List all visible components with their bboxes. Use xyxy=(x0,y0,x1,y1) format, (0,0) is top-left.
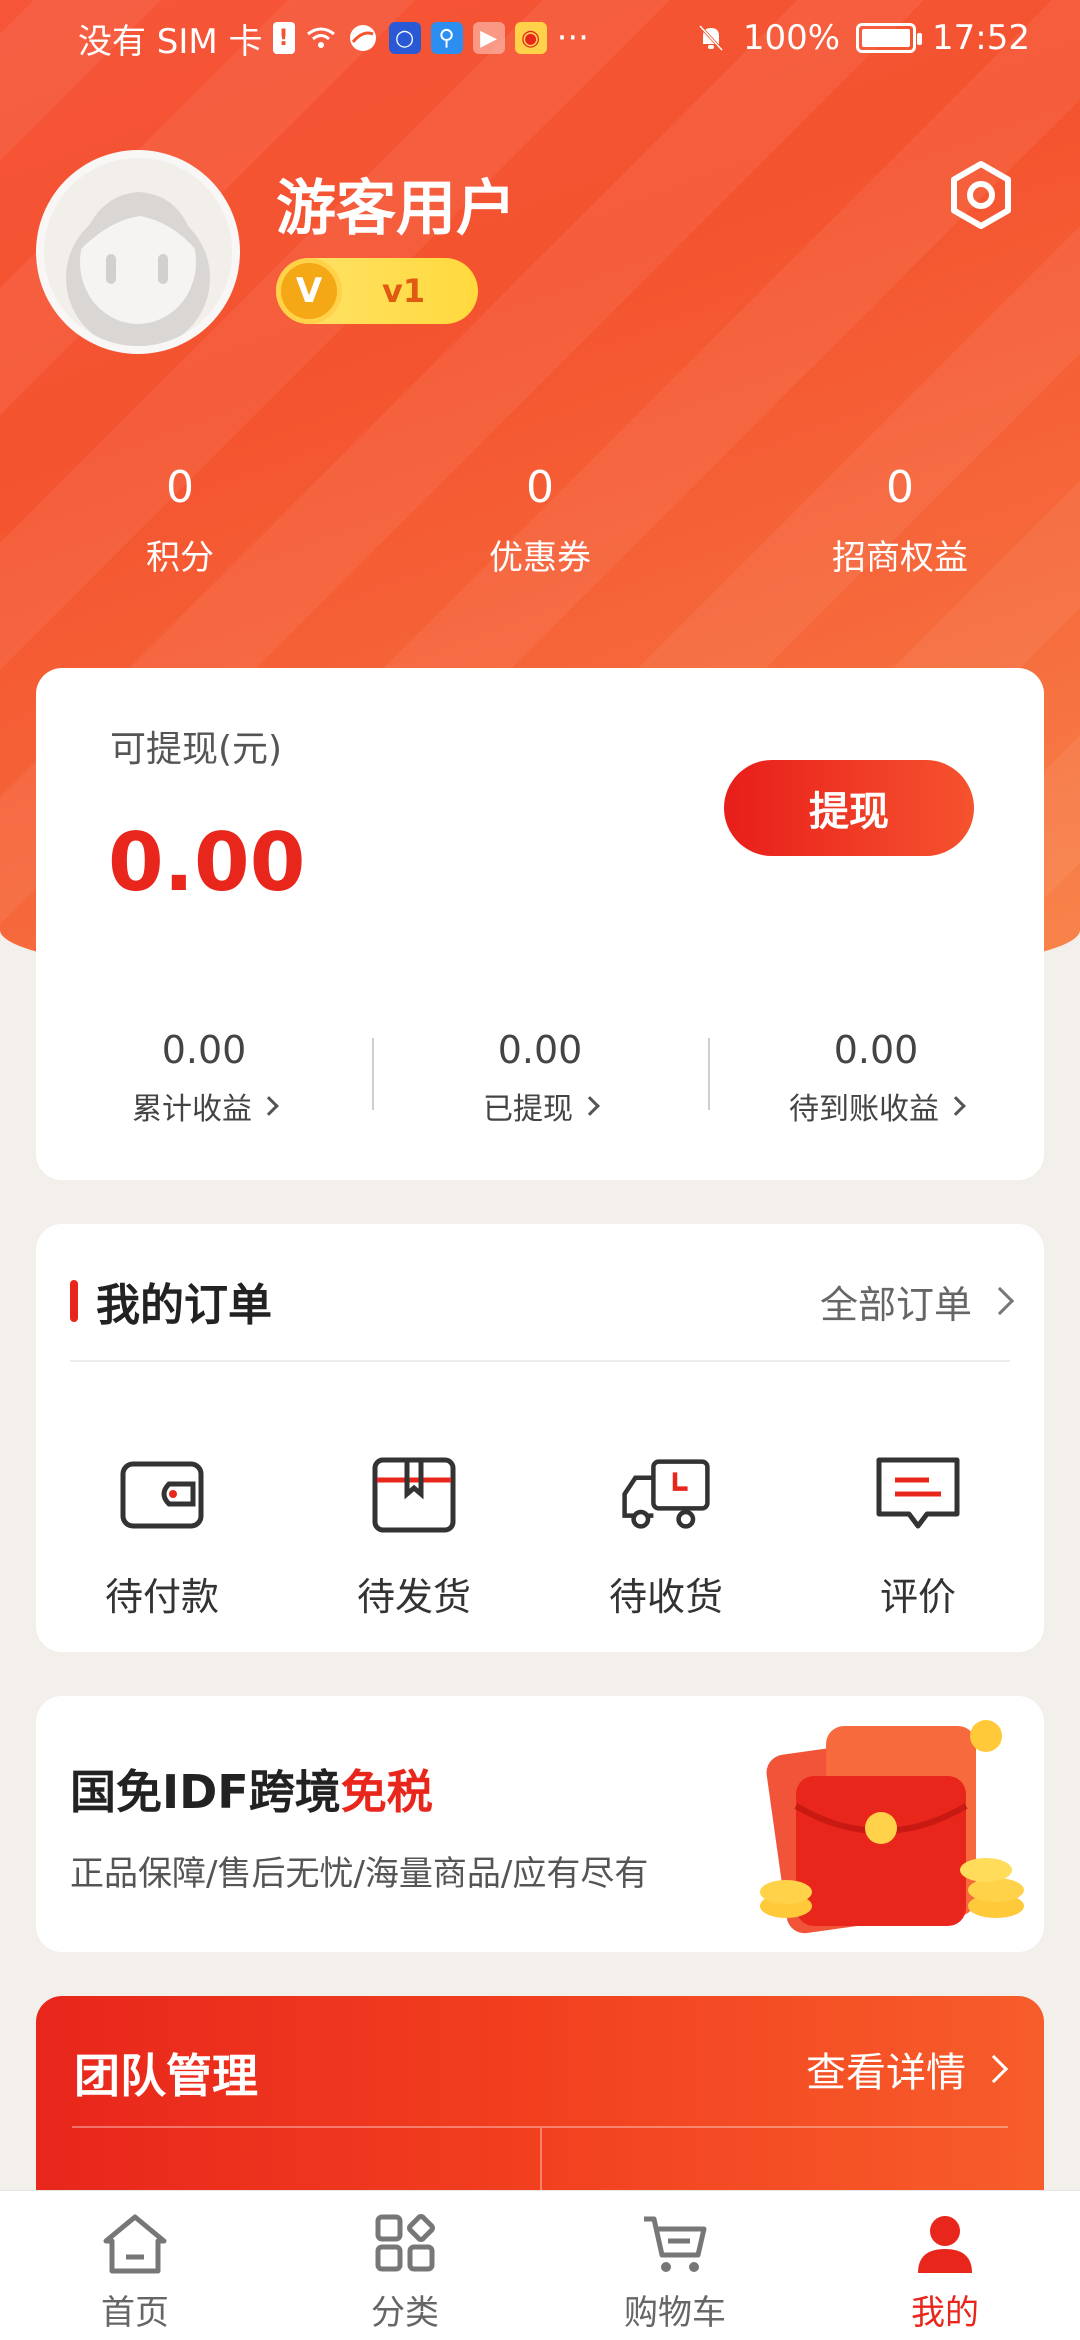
category-icon xyxy=(375,2214,435,2272)
earnings-label-row: 累计收益 xyxy=(36,1084,372,1128)
divider xyxy=(70,1360,1010,1362)
earnings-label-row: 待到账收益 xyxy=(708,1084,1044,1128)
earnings-label-row: 已提现 xyxy=(372,1084,708,1128)
tab-home[interactable]: 首页 xyxy=(0,2191,270,2340)
stat-coupons[interactable]: 0 优惠券 xyxy=(360,460,720,579)
user-name: 游客用户 xyxy=(276,174,516,244)
user-icon xyxy=(918,2216,972,2273)
order-label: 评价 xyxy=(879,1575,956,1619)
stat-value: 0 xyxy=(526,462,554,513)
profile-stats: 0 积分 0 优惠券 0 招商权益 xyxy=(0,460,1080,579)
home-icon xyxy=(103,2214,167,2274)
earnings-value: 0.00 xyxy=(161,1028,247,1072)
order-pending-payment[interactable]: 待付款 xyxy=(36,1452,288,1621)
vip-coin-icon: V xyxy=(276,258,342,324)
stat-label: 优惠券 xyxy=(489,538,591,578)
withdrawable-amount: 0.00 xyxy=(108,816,306,909)
carrier-text: 没有 SIM 卡 xyxy=(78,21,263,62)
status-right: 100% 17:52 xyxy=(695,18,1030,58)
weibo-icon: ◉ xyxy=(514,22,547,54)
order-status-list: 待付款 待发货 待收货 评价 xyxy=(36,1452,1044,1621)
order-label: 待收货 xyxy=(608,1575,723,1619)
default-avatar-icon xyxy=(66,192,210,346)
more-notifications: ··· xyxy=(556,18,589,58)
tab-label: 首页 xyxy=(101,2293,169,2333)
view-details-link[interactable]: 查看详情 xyxy=(806,2040,1009,2098)
clock: 17:52 xyxy=(932,18,1030,58)
avatar[interactable] xyxy=(36,150,240,354)
orders-title: 我的订单 xyxy=(96,1280,272,1331)
withdraw-button[interactable]: 提现 xyxy=(724,760,974,856)
level-badge[interactable]: V v1 xyxy=(276,258,478,324)
all-orders-link[interactable]: 全部订单 xyxy=(819,1274,1015,1329)
alert-icon: ! xyxy=(272,22,295,54)
withdrawable-label: 可提现(元) xyxy=(110,729,283,770)
bottom-tab-bar: 首页 分类 购物车 我的 xyxy=(0,2190,1080,2340)
order-review[interactable]: 评价 xyxy=(792,1452,1044,1621)
stat-merchant-rights[interactable]: 0 招商权益 xyxy=(720,460,1080,579)
chevron-right-icon xyxy=(946,1096,966,1116)
red-envelope-icon xyxy=(760,1720,1024,1934)
search-app-icon: ⚲ xyxy=(430,22,463,54)
mute-bell-icon xyxy=(698,24,723,52)
all-orders-label: 全部订单 xyxy=(819,1282,972,1327)
browser-icon xyxy=(349,25,376,51)
duty-free-banner[interactable]: 国免IDF跨境免税 正品保障/售后无忧/海量商品/应有尽有 xyxy=(36,1696,1044,1952)
tab-label: 我的 xyxy=(911,2293,979,2333)
withdrawn-amount[interactable]: 0.00 已提现 xyxy=(372,1028,708,1128)
stat-label: 招商权益 xyxy=(832,538,968,578)
stat-value: 0 xyxy=(166,462,194,513)
chevron-right-icon xyxy=(985,1286,1015,1316)
earnings-summary: 0.00 累计收益 0.00 已提现 0.00 待到账收益 xyxy=(36,1028,1044,1128)
promo-title-highlight: 免税 xyxy=(340,1765,433,1819)
earnings-label: 已提现 xyxy=(483,1092,573,1127)
truck-icon xyxy=(622,1459,710,1529)
order-pending-receipt[interactable]: 待收货 xyxy=(540,1452,792,1621)
chevron-right-icon xyxy=(259,1096,279,1116)
level-text: v1 xyxy=(382,272,426,310)
promo-subtitle: 正品保障/售后无忧/海量商品/应有尽有 xyxy=(70,1854,649,1894)
order-pending-shipment[interactable]: 待发货 xyxy=(288,1452,540,1621)
tab-label: 分类 xyxy=(371,2293,439,2333)
earnings-label: 待到账收益 xyxy=(789,1092,939,1127)
stat-label: 积分 xyxy=(146,538,214,578)
chevron-right-icon xyxy=(580,1096,600,1116)
earnings-value: 0.00 xyxy=(833,1028,919,1072)
box-icon xyxy=(372,1457,456,1533)
settings-icon[interactable] xyxy=(946,160,1016,230)
tab-cart[interactable]: 购物车 xyxy=(540,2191,810,2340)
wallet-icon xyxy=(120,1461,204,1529)
earnings-label: 累计收益 xyxy=(132,1092,252,1127)
pending-earnings[interactable]: 0.00 待到账收益 xyxy=(708,1028,1044,1128)
tab-mine[interactable]: 我的 xyxy=(810,2191,1080,2340)
orders-header: 我的订单 全部订单 xyxy=(70,1266,1015,1336)
promo-title-prefix: 国免IDF跨境 xyxy=(70,1765,341,1819)
orders-card: 我的订单 全部订单 待付款 待发货 待收货 评价 xyxy=(36,1224,1044,1652)
stat-points[interactable]: 0 积分 xyxy=(0,460,360,579)
title-accent-bar xyxy=(70,1280,78,1322)
cart-icon xyxy=(644,2216,707,2272)
promo-title: 国免IDF跨境免税 xyxy=(70,1756,433,1822)
total-earnings[interactable]: 0.00 累计收益 xyxy=(36,1028,372,1128)
bulb-app-icon: ○ xyxy=(388,22,421,54)
order-label: 待发货 xyxy=(356,1575,471,1619)
order-label: 待付款 xyxy=(104,1575,219,1619)
team-title: 团队管理 xyxy=(74,2049,258,2103)
stat-value: 0 xyxy=(886,462,914,513)
chevron-right-icon xyxy=(979,2054,1009,2084)
status-left: 没有 SIM 卡 ! ○ ⚲ ▶ ◉ ··· xyxy=(78,14,589,63)
view-details-label: 查看详情 xyxy=(806,2050,966,2096)
video-app-icon: ▶ xyxy=(472,22,505,54)
battery-percent: 100% xyxy=(742,18,841,58)
comment-icon xyxy=(876,1457,960,1529)
wifi-icon xyxy=(306,27,335,48)
tab-label: 购物车 xyxy=(624,2293,726,2333)
earnings-value: 0.00 xyxy=(497,1028,583,1072)
withdraw-card: 可提现(元) 0.00 提现 0.00 累计收益 0.00 已提现 0.00 待… xyxy=(36,668,1044,1180)
battery-icon xyxy=(856,23,923,53)
status-bar: 没有 SIM 卡 ! ○ ⚲ ▶ ◉ ··· 100% 17:52 xyxy=(0,0,1080,76)
tab-category[interactable]: 分类 xyxy=(270,2191,540,2340)
